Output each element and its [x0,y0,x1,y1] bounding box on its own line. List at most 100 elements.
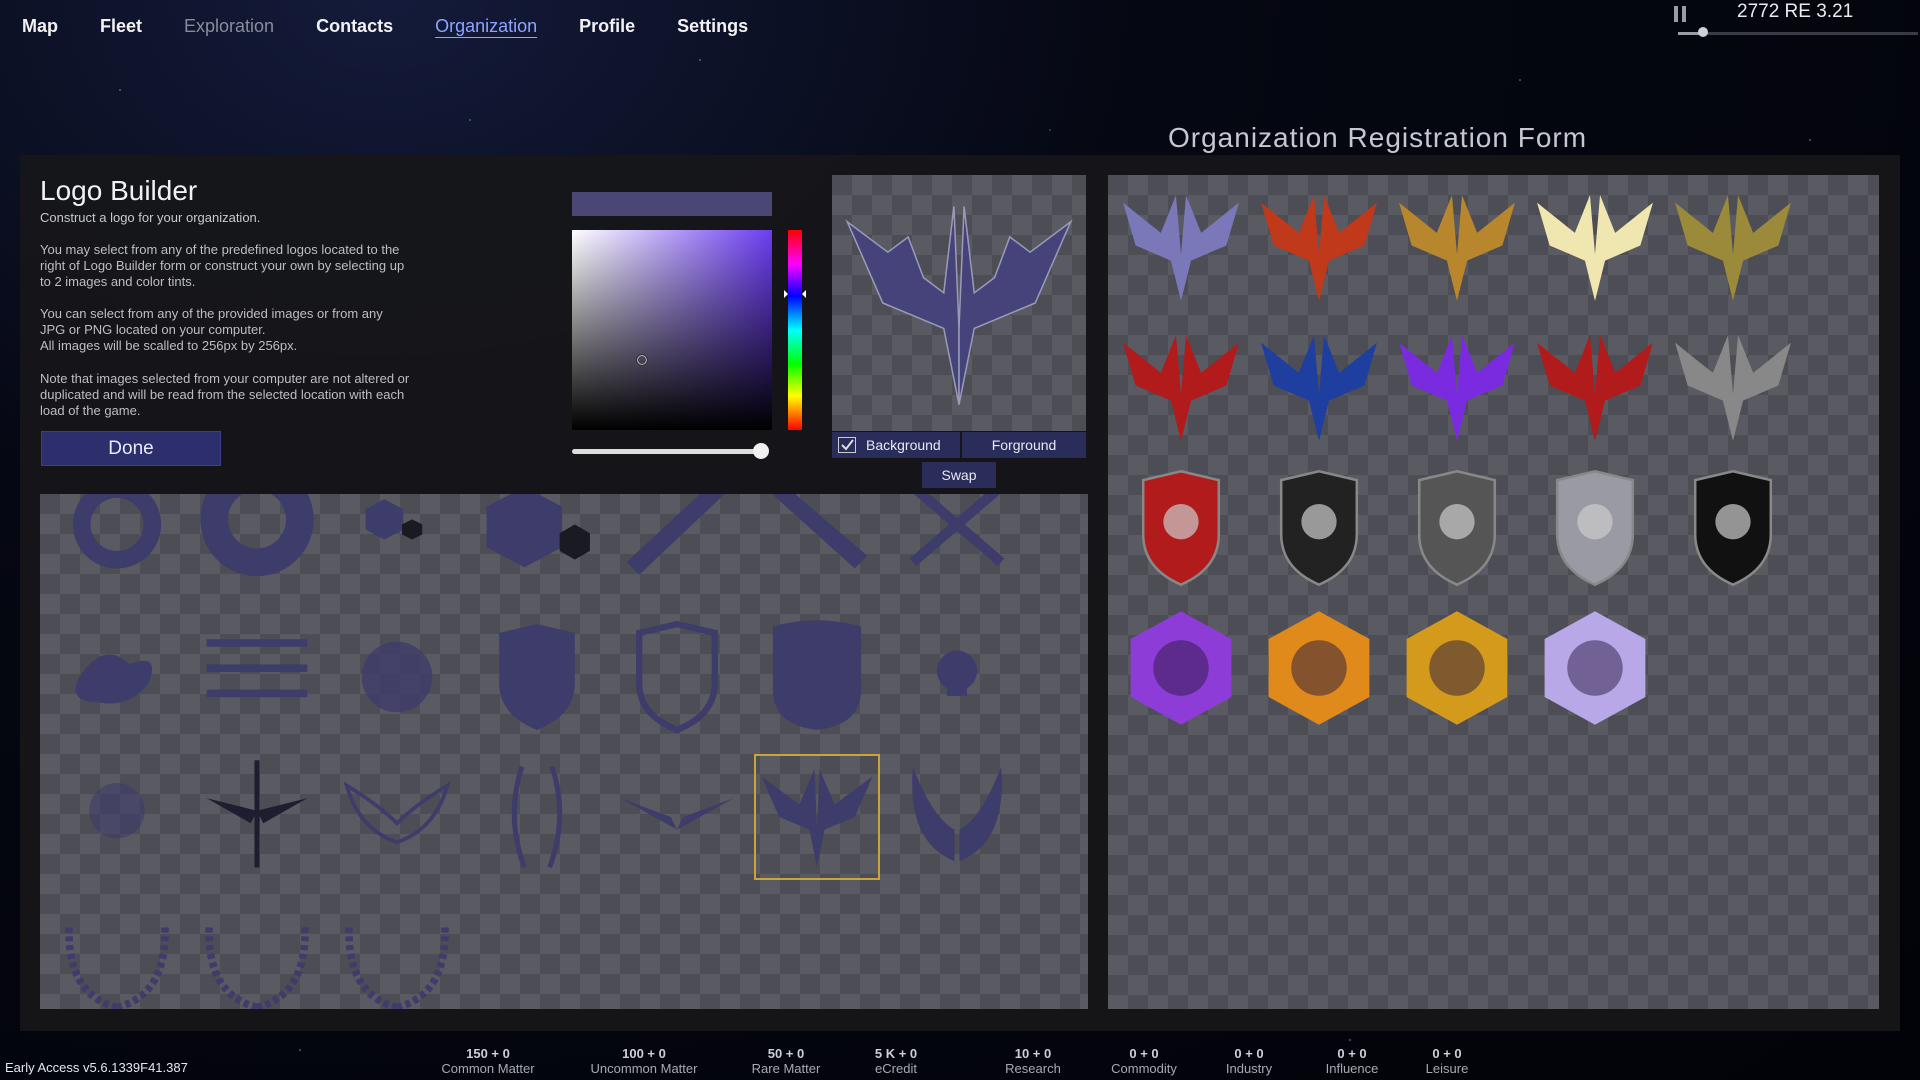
predefined-logo-11[interactable] [1118,465,1244,591]
predefined-logo-4[interactable] [1532,185,1658,311]
splatter-icon [75,654,153,704]
laurel-eagle-logo [1675,195,1791,301]
resource-name: eCredit [875,1061,917,1076]
image-part-2[interactable] [194,494,320,600]
predefined-logo-2[interactable] [1256,185,1382,311]
predefined-logo-18[interactable] [1394,605,1520,731]
predefined-logo-15[interactable] [1670,465,1796,591]
pause-icon[interactable] [1674,6,1686,22]
hue-marker-icon[interactable] [784,290,806,298]
image-part-9[interactable] [194,614,320,740]
white-phoenix-logo [1537,195,1653,301]
image-part-11[interactable] [474,614,600,740]
image-part-3[interactable] [334,494,460,600]
predefined-logo-13[interactable] [1394,465,1520,591]
small-hexagons-icon [365,499,423,540]
silver-phoenix-logo [1123,195,1239,301]
laurel-wreath-icon [65,925,169,1009]
resource-uncommon-matter: 100 + 0 Uncommon Matter [574,1046,714,1076]
nav-exploration[interactable]: Exploration [184,16,274,37]
nav-settings[interactable]: Settings [677,16,748,37]
time-speed-slider[interactable] [1678,32,1918,35]
done-button[interactable]: Done [41,431,221,466]
nav-map[interactable]: Map [22,16,58,37]
resource-name: Uncommon Matter [590,1061,698,1076]
phoenix-wings-icon [845,206,1073,405]
image-part-10[interactable] [334,614,460,740]
time-speed-knob[interactable] [1698,27,1708,37]
predefined-logo-10[interactable] [1670,325,1796,451]
shield-outline-icon [636,620,718,734]
nav-fleet[interactable]: Fleet [100,16,142,37]
resource-common-matter: 150 + 0 Common Matter [418,1046,558,1076]
flat-wings-icon [620,798,734,830]
image-part-13[interactable] [754,614,880,740]
predefined-logo-3[interactable] [1394,185,1520,311]
laurel-wreath-icon [345,925,449,1009]
logo-builder-title: Logo Builder [40,175,198,206]
predefined-logo-8[interactable] [1394,325,1520,451]
image-part-5[interactable] [614,494,740,600]
image-part-16[interactable] [194,754,320,880]
predefined-logo-6[interactable] [1118,325,1244,451]
predefined-logo-9[interactable] [1532,325,1658,451]
resource-leisure: 0 + 0 Leisure [1377,1046,1517,1076]
blue-crossed-blades-logo [1261,335,1377,441]
gold-ring-bird-logo [1399,195,1515,301]
nav-profile[interactable]: Profile [579,16,635,37]
image-part-18[interactable] [474,754,600,880]
predefined-logo-7[interactable] [1256,325,1382,451]
predefined-logo-1[interactable] [1118,185,1244,311]
foreground-layer-button[interactable]: Forground [962,432,1086,458]
image-parts-grid [40,494,1088,1009]
horns-icon [511,765,563,869]
feathered-wings-icon [912,766,1002,862]
hue-slider[interactable] [788,230,802,430]
opacity-slider[interactable] [572,449,766,454]
image-part-22[interactable] [54,894,180,1009]
image-part-12[interactable] [614,614,740,740]
saturation-value-picker[interactable] [572,230,772,430]
swap-layers-button[interactable]: Swap [922,462,996,488]
image-part-15[interactable] [54,754,180,880]
predefined-logo-16[interactable] [1118,605,1244,731]
image-part-23[interactable] [194,894,320,1009]
resource-bar: 150 + 0 Common Matter 100 + 0 Uncommon Matt… [0,1046,1920,1080]
predefined-logo-5[interactable] [1670,185,1796,311]
background-layer-button[interactable]: Background [832,432,960,458]
image-part-4[interactable] [474,494,600,600]
image-part-8[interactable] [54,614,180,740]
blood-skull-logo [1675,335,1791,441]
image-part-19[interactable] [614,754,740,880]
color-picker-cursor[interactable] [636,354,648,366]
image-part-17[interactable] [334,754,460,880]
nav-organization[interactable]: Organization [435,16,537,37]
predefined-logo-12[interactable] [1256,465,1382,591]
image-part-21[interactable] [894,754,1020,880]
current-color-swatch[interactable] [572,192,772,216]
ring-icon [72,494,162,569]
checkbox-icon[interactable] [838,437,856,453]
image-part-7[interactable] [894,494,1020,600]
resource-ecredit: 5 K + 0 eCredit [826,1046,966,1076]
image-part-6[interactable] [754,494,880,600]
predefined-logo-17[interactable] [1256,605,1382,731]
image-part-24[interactable] [334,894,460,1009]
lavender-hex-cluster-logo [1544,611,1646,725]
opacity-slider-knob[interactable] [753,443,769,459]
image-part-14[interactable] [894,614,1020,740]
skull-blood-slash-logo [1141,470,1221,587]
image-part-1[interactable] [54,494,180,600]
grunge-splatter-icon [361,641,433,713]
laurel-wreath-icon [205,925,309,1009]
nav-contacts[interactable]: Contacts [316,16,393,37]
red-eagle-logo [1261,195,1377,301]
predefined-logo-14[interactable] [1532,465,1658,591]
purple-splatter-logo [1399,335,1515,441]
silver-winged-shield-logo [1555,470,1635,587]
predefined-logo-19[interactable] [1532,605,1658,731]
resource-value: 5 K + 0 [874,1046,918,1061]
badge-shield-icon [772,620,862,730]
image-part-20[interactable] [754,754,880,880]
predefined-logos-grid [1108,175,1879,1009]
